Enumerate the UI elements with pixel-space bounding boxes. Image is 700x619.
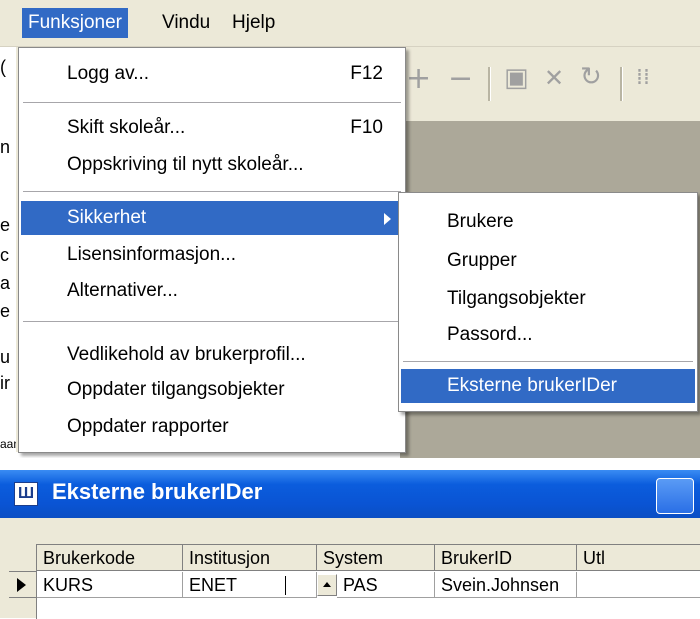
menu-item-label: Oppdater tilgangsobjekter (67, 379, 285, 400)
background-text: e (0, 301, 11, 321)
save-icon[interactable]: ▣ (504, 63, 529, 93)
menu-vindu[interactable]: Vindu (156, 8, 216, 38)
sikkerhet-submenu: Brukere Grupper Tilgangsobjekter Passord… (398, 192, 698, 412)
submenu-item-eksterne-brukerider[interactable]: Eksterne brukerIDer (401, 369, 695, 403)
minus-icon[interactable]: − (448, 61, 473, 96)
menu-item-label: Lisensinformasjon... (67, 244, 236, 265)
grid-icon[interactable]: ⁞⁞ (636, 65, 650, 90)
menu-item-label: Vedlikehold av brukerprofil... (67, 344, 306, 365)
submenu-item-label: Grupper (447, 250, 517, 271)
menu-item-label: Oppdater rapporter (67, 416, 229, 437)
background-text: ( (0, 57, 6, 77)
menu-item-oppskriving[interactable]: Oppskriving til nytt skoleår... (21, 148, 403, 182)
funksjoner-dropdown: Logg av... F12 Skift skoleår... F10 Opps… (18, 47, 406, 453)
submenu-arrow-icon (384, 213, 391, 225)
toolbar-separator (488, 67, 491, 101)
plus-icon[interactable]: + (406, 61, 431, 96)
dropdown-button[interactable] (317, 574, 337, 596)
menu-item-skift-skolear[interactable]: Skift skoleår... F10 (21, 111, 403, 145)
toolbar: + − ▣ ✕ ↻ ⁞⁞ (400, 47, 700, 121)
background-text: n (0, 137, 11, 157)
background-text-strip: ( n e c a e u ir aan (0, 47, 16, 452)
background-text: aan (0, 437, 16, 451)
shortcut-label: F10 (350, 117, 383, 138)
refresh-icon[interactable]: ↻ (580, 62, 602, 92)
menu-item-label: Oppskriving til nytt skoleår... (67, 154, 304, 175)
table-cell-institusjon[interactable]: ENET (183, 572, 317, 598)
shortcut-label: F12 (350, 63, 383, 84)
table-cell-brukerid[interactable]: Svein.Johnsen (435, 572, 577, 598)
column-header-system[interactable]: System (317, 545, 435, 571)
submenu-item-label: Eksterne brukerIDer (447, 375, 618, 396)
menu-item-vedlikehold[interactable]: Vedlikehold av brukerprofil... (21, 338, 403, 372)
menu-separator (23, 102, 401, 104)
arrow-up-icon (323, 582, 331, 587)
menu-separator (403, 361, 693, 363)
background-text: e (0, 215, 11, 235)
menu-separator (23, 321, 401, 323)
table-cell-system[interactable]: PAS (337, 572, 435, 598)
submenu-item-grupper[interactable]: Grupper (401, 244, 695, 278)
menu-item-alternativer[interactable]: Alternativer... (21, 274, 403, 308)
delete-icon[interactable]: ✕ (544, 64, 564, 92)
menu-separator (23, 191, 401, 193)
menu-item-lisensinformasjon[interactable]: Lisensinformasjon... (21, 238, 403, 272)
menu-item-oppdater-tilgangsobjekter[interactable]: Oppdater tilgangsobjekter (21, 373, 403, 407)
menu-hjelp[interactable]: Hjelp (226, 8, 281, 38)
menu-item-sikkerhet[interactable]: Sikkerhet (21, 201, 403, 235)
submenu-item-label: Brukere (447, 211, 514, 232)
submenu-item-label: Tilgangsobjekter (447, 288, 586, 309)
submenu-item-passord[interactable]: Passord... (401, 318, 695, 352)
background-text: c (0, 245, 9, 265)
grid-corner (9, 545, 37, 572)
minimize-button[interactable] (656, 478, 694, 514)
menu-bar: Funksjoner Vindu Hjelp (0, 0, 700, 47)
table-cell-utl[interactable] (577, 572, 700, 598)
menu-item-label: Sikkerhet (67, 207, 147, 228)
column-header-institusjon[interactable]: Institusjon (183, 545, 317, 571)
menu-funksjoner[interactable]: Funksjoner (22, 8, 128, 38)
menu-item-label: Skift skoleår... (67, 117, 186, 138)
row-selector[interactable] (9, 572, 37, 598)
menu-item-logg-av[interactable]: Logg av... F12 (21, 57, 403, 91)
background-text: u (0, 347, 11, 367)
menu-item-oppdater-rapporter[interactable]: Oppdater rapporter (21, 410, 403, 444)
background-text: a (0, 273, 11, 293)
menu-item-label: Alternativer... (67, 280, 178, 301)
window-titlebar[interactable]: Ш Eksterne brukerIDer (0, 470, 700, 518)
data-grid: Brukerkode Institusjon System BrukerID U… (9, 544, 700, 619)
current-row-icon (17, 578, 26, 592)
table-cell-brukerkode[interactable]: KURS (37, 572, 183, 598)
toolbar-separator (620, 67, 623, 101)
window-title: Eksterne brukerIDer (52, 479, 263, 504)
column-header-brukerkode[interactable]: Brukerkode (37, 545, 183, 571)
menu-item-label: Logg av... (67, 63, 150, 84)
column-header-brukerid[interactable]: BrukerID (435, 545, 577, 571)
column-header-utl[interactable]: Utl (577, 545, 700, 571)
submenu-item-tilgangsobjekter[interactable]: Tilgangsobjekter (401, 282, 695, 316)
background-text: ir (0, 373, 10, 393)
submenu-item-brukere[interactable]: Brukere (401, 205, 695, 239)
text-cursor (285, 576, 286, 595)
window-app-icon: Ш (14, 482, 38, 506)
submenu-item-label: Passord... (447, 324, 533, 345)
